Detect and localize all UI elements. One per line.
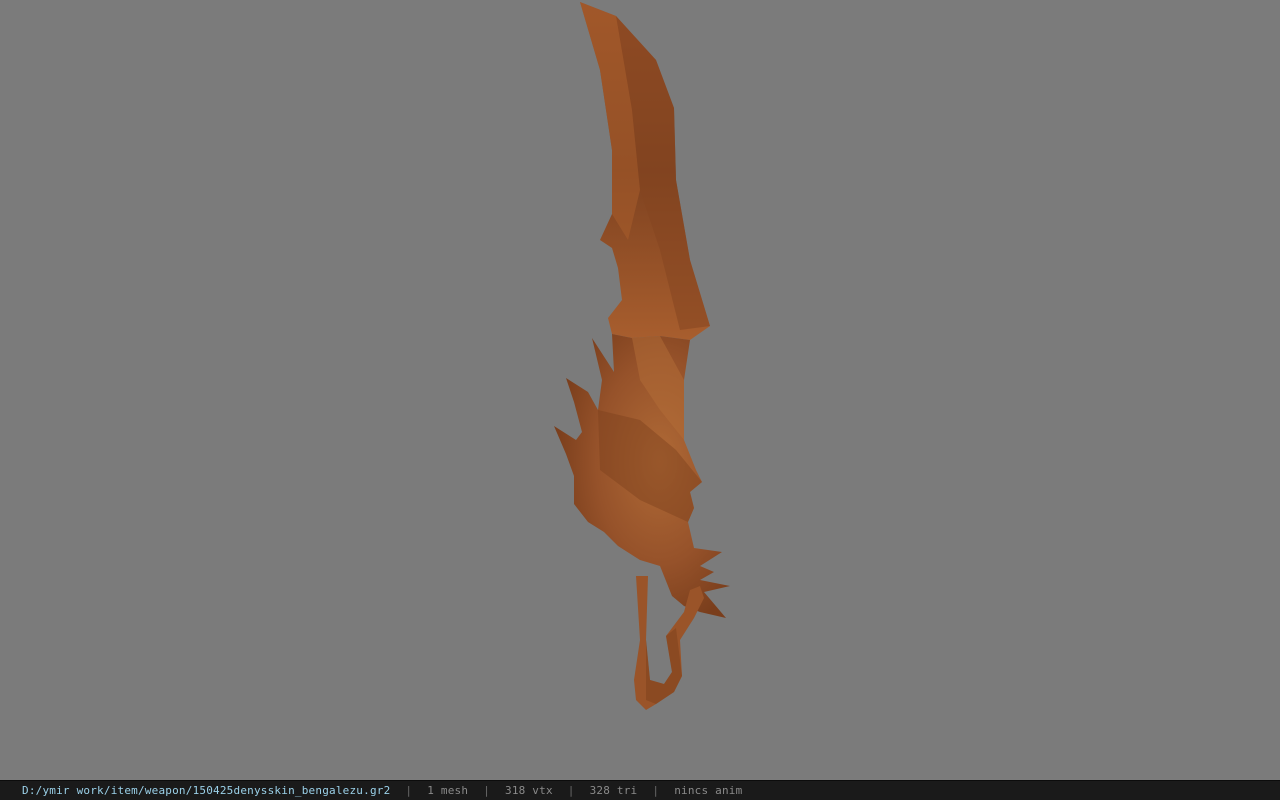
status-bar: D:/ymir work/item/weapon/150425denysskin… [0, 780, 1280, 800]
separator: | [567, 784, 575, 797]
separator: | [483, 784, 491, 797]
handle-shade [646, 628, 682, 704]
mesh-count: 1 mesh [427, 784, 469, 797]
3d-viewport[interactable] [0, 0, 1280, 780]
separator: | [652, 784, 660, 797]
anim-status: nincs anim [674, 784, 743, 797]
separator: | [405, 784, 413, 797]
vertex-count: 318 vtx [505, 784, 553, 797]
file-path: D:/ymir work/item/weapon/150425denysskin… [22, 784, 391, 797]
sword-model [554, 2, 730, 710]
triangle-count: 328 tri [589, 784, 638, 797]
